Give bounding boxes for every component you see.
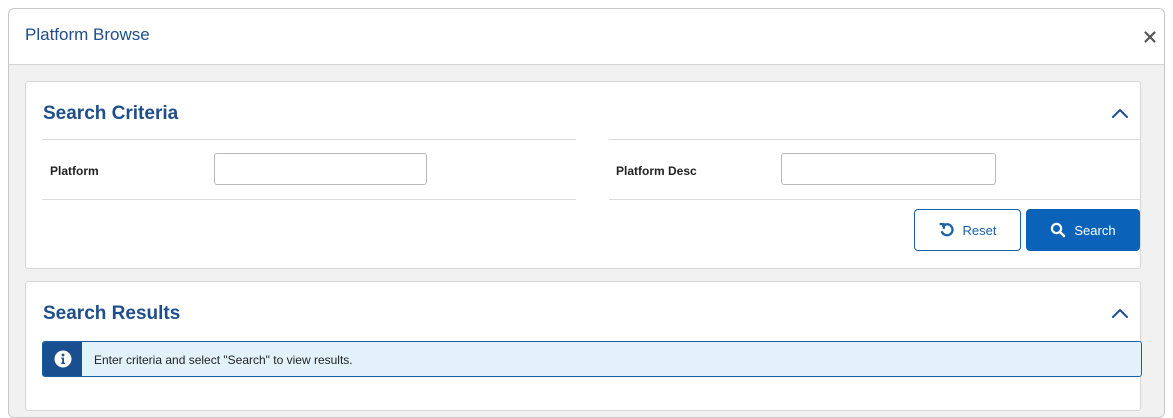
- platform-desc-label: Platform Desc: [616, 164, 697, 178]
- divider: [42, 139, 576, 140]
- chevron-up-icon[interactable]: [1110, 306, 1130, 320]
- search-results-panel: Search Results Enter criteria and select…: [25, 281, 1142, 411]
- platform-desc-input[interactable]: [781, 153, 996, 185]
- undo-icon: [938, 222, 955, 238]
- reset-button[interactable]: Reset: [914, 209, 1021, 251]
- info-message-text: Enter criteria and select "Search" to vi…: [94, 353, 353, 367]
- search-icon: [1050, 222, 1066, 238]
- platform-label: Platform: [50, 164, 99, 178]
- chevron-up-icon[interactable]: [1110, 106, 1130, 120]
- search-label: Search: [1074, 222, 1116, 238]
- info-message: Enter criteria and select "Search" to vi…: [42, 341, 1142, 377]
- platform-browse-modal: Platform Browse Search Criteria Platform…: [8, 8, 1165, 418]
- platform-input[interactable]: [214, 153, 427, 185]
- search-criteria-panel: Search Criteria Platform Platform Desc R…: [25, 81, 1141, 269]
- modal-title: Platform Browse: [25, 25, 150, 44]
- search-results-title: Search Results: [43, 303, 181, 324]
- search-button[interactable]: Search: [1026, 209, 1140, 251]
- divider: [609, 199, 1141, 200]
- divider: [42, 199, 576, 200]
- search-criteria-title: Search Criteria: [43, 103, 179, 124]
- reset-label: Reset: [962, 222, 997, 238]
- divider: [609, 139, 1141, 140]
- close-icon[interactable]: [1140, 27, 1160, 47]
- info-icon: [43, 342, 82, 376]
- modal-header: Platform Browse: [9, 9, 1164, 65]
